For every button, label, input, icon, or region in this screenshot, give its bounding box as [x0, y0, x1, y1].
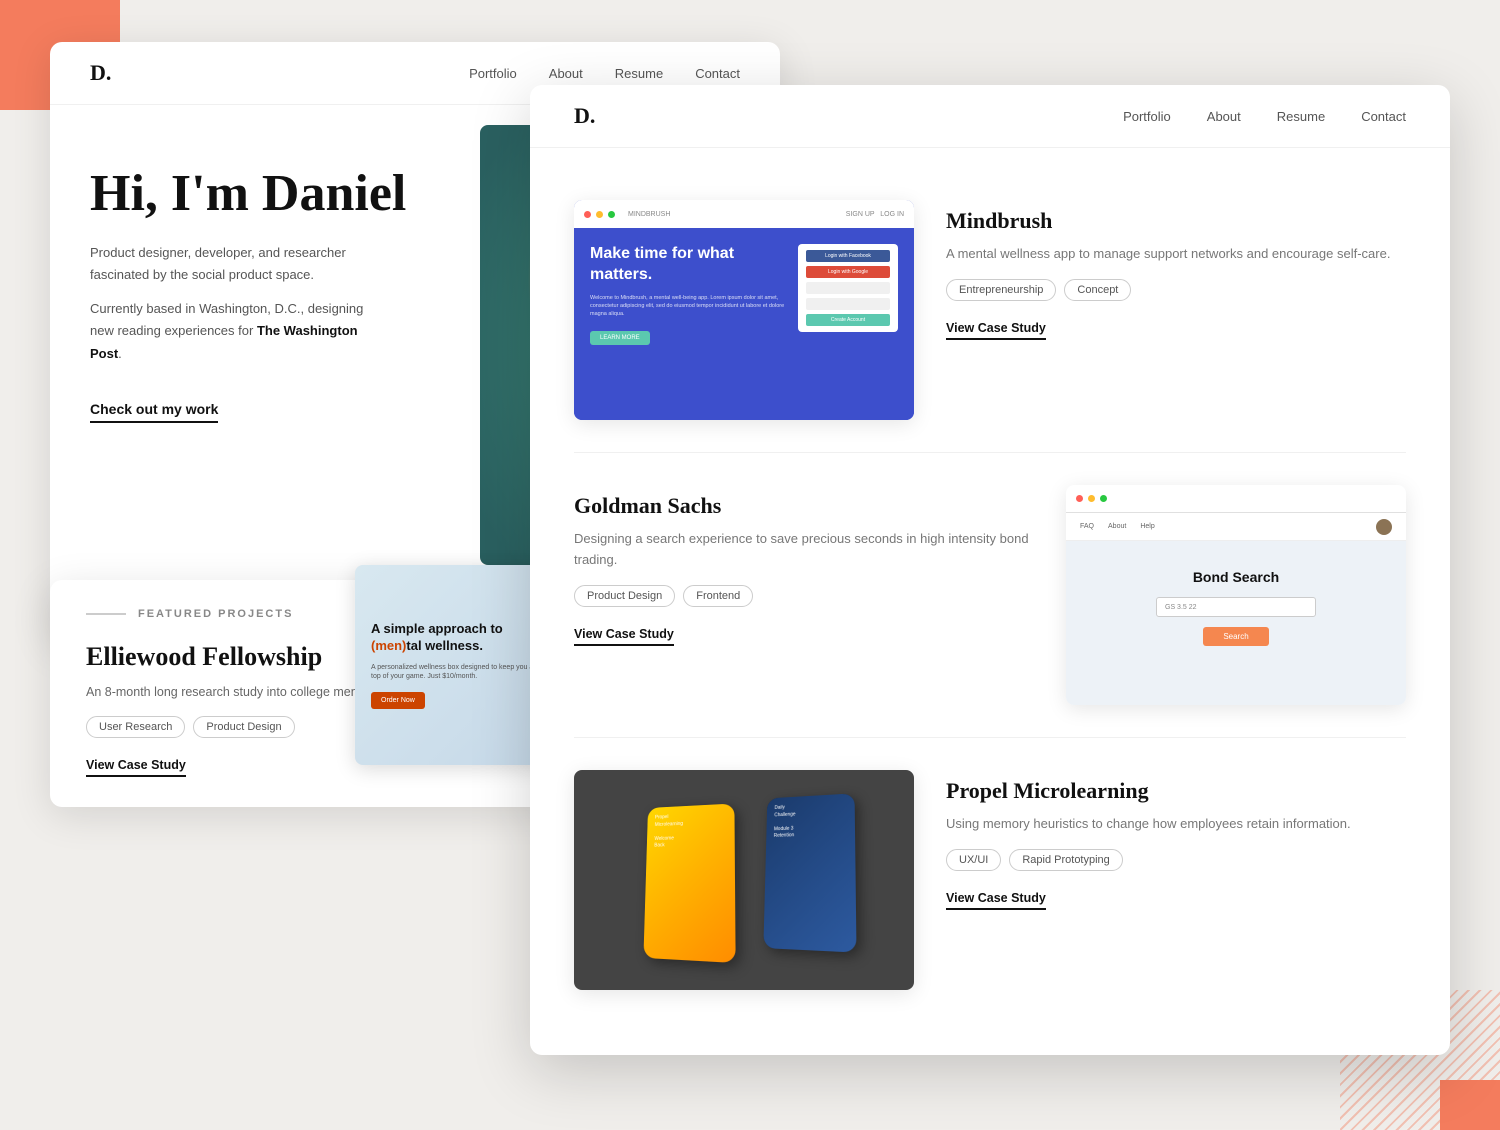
goldman-search-btn[interactable]: Search [1203, 627, 1268, 646]
phone-mock-1: PropelMicrolearningWelcomeBack [643, 803, 735, 963]
login-facebook-btn[interactable]: Login with Facebook [806, 250, 890, 262]
goldman-screen: FAQ About Help Bond Search GS 3.5 22 Sea… [1066, 485, 1406, 705]
front-portfolio-card: D. Portfolio About Resume Contact MINDBR… [530, 85, 1450, 1055]
front-nav-portfolio[interactable]: Portfolio [1123, 109, 1171, 124]
goldman-tag-1: Frontend [683, 585, 753, 607]
propel-case-study-link[interactable]: View Case Study [946, 891, 1046, 910]
goldman-dot-red [1076, 495, 1083, 502]
propel-title: Propel Microlearning [946, 778, 1406, 804]
login-input-row [806, 282, 890, 294]
goldman-search-input[interactable]: GS 3.5 22 [1156, 597, 1316, 617]
front-nav-about[interactable]: About [1207, 109, 1241, 124]
mindbrush-topbar: MINDBRUSH SIGN UP LOG IN [574, 200, 914, 228]
elliewood-headline: A simple approach to(men)tal wellness. [371, 621, 549, 655]
goldman-info: Goldman Sachs Designing a search experie… [574, 485, 1034, 646]
back-card-logo: D. [90, 60, 469, 86]
propel-desc: Using memory heuristics to change how em… [946, 814, 1406, 835]
phone-text-1: PropelMicrolearningWelcomeBack [654, 811, 726, 849]
goldman-case-study-link[interactable]: View Case Study [574, 627, 674, 646]
hero-bio-2: Currently based in Washington, D.C., des… [90, 298, 370, 364]
front-logo: D. [574, 103, 1123, 129]
goldman-title: Goldman Sachs [574, 493, 1034, 519]
goldman-tags: Product Design Frontend [574, 585, 1034, 607]
goldman-body: Bond Search GS 3.5 22 Search [1066, 541, 1406, 674]
goldman-dot-yellow [1088, 495, 1095, 502]
hero-greeting: Hi, I'm Daniel [90, 165, 410, 222]
featured-view-case-link[interactable]: View Case Study [86, 758, 186, 777]
portfolio-projects-list: MINDBRUSH SIGN UP LOG IN Make time for w… [530, 148, 1450, 1055]
mindbrush-tag-1: Concept [1064, 279, 1131, 301]
mindbrush-screenshot: MINDBRUSH SIGN UP LOG IN Make time for w… [574, 200, 914, 420]
propel-tag-1: Rapid Prototyping [1009, 849, 1122, 871]
tag-user-research: User Research [86, 716, 185, 738]
dot-red [584, 211, 591, 218]
elliewood-order-btn[interactable]: Order Now [371, 692, 425, 709]
propel-tags: UX/UI Rapid Prototyping [946, 849, 1406, 871]
back-nav-resume[interactable]: Resume [615, 66, 663, 81]
back-nav-portfolio[interactable]: Portfolio [469, 66, 517, 81]
back-nav-contact[interactable]: Contact [695, 66, 740, 81]
dot-green [608, 211, 615, 218]
goldman-page-title: Bond Search [1193, 569, 1279, 585]
login-google-btn[interactable]: Login with Google [806, 266, 890, 278]
goldman-nav-faq[interactable]: FAQ [1080, 523, 1094, 530]
phone-screen-2: DailyChallengeModule 3Retention [763, 793, 856, 952]
mindbrush-screen: MINDBRUSH SIGN UP LOG IN Make time for w… [574, 200, 914, 420]
front-nav-contact[interactable]: Contact [1361, 109, 1406, 124]
portfolio-item-propel: PropelMicrolearningWelcomeBack DailyChal… [574, 738, 1406, 1022]
mindbrush-content: Make time for what matters. Welcome to M… [574, 228, 914, 420]
back-nav-about[interactable]: About [549, 66, 583, 81]
login-box: Login with Facebook Login with Google Cr… [798, 244, 898, 332]
goldman-profile-avatar[interactable] [1376, 519, 1392, 535]
mindbrush-right: Login with Facebook Login with Google Cr… [798, 244, 898, 404]
tag-product-design-featured: Product Design [193, 716, 294, 738]
mindbrush-topbar-text: MINDBRUSH [628, 211, 670, 218]
dot-yellow [596, 211, 603, 218]
propel-info: Propel Microlearning Using memory heuris… [946, 770, 1406, 910]
goldman-nav-help[interactable]: Help [1140, 523, 1154, 530]
phone-screen-1: PropelMicrolearningWelcomeBack [643, 803, 735, 963]
coral-solid-block [1440, 1080, 1500, 1130]
goldman-topbar [1066, 485, 1406, 513]
goldman-tag-0: Product Design [574, 585, 675, 607]
front-nav-links: Portfolio About Resume Contact [1123, 109, 1406, 124]
mindbrush-desc: A mental wellness app to manage support … [946, 244, 1406, 265]
featured-line-decoration [86, 613, 126, 615]
featured-label: FEATURED PROJECTS [138, 608, 293, 620]
mindbrush-body: Welcome to Mindbrush, a mental well-bein… [590, 294, 786, 319]
front-nav-resume[interactable]: Resume [1277, 109, 1325, 124]
elliewood-subtext: A personalized wellness box designed to … [371, 663, 549, 683]
mindbrush-title: Mindbrush [946, 208, 1406, 234]
mindbrush-info: Mindbrush A mental wellness app to manag… [946, 200, 1406, 340]
goldman-desc: Designing a search experience to save pr… [574, 529, 1034, 571]
goldman-input-value: GS 3.5 22 [1165, 604, 1197, 611]
check-out-work-link[interactable]: Check out my work [90, 401, 218, 423]
phone-mock-2: DailyChallengeModule 3Retention [763, 793, 856, 952]
mindbrush-tag-0: Entrepreneurship [946, 279, 1056, 301]
mindbrush-case-study-link[interactable]: View Case Study [946, 321, 1046, 340]
mindbrush-cta-btn[interactable]: LEARN MORE [590, 331, 650, 345]
propel-screenshot: PropelMicrolearningWelcomeBack DailyChal… [574, 770, 914, 990]
hero-bio-1: Product designer, developer, and researc… [90, 242, 370, 286]
mindbrush-nav-signup: SIGN UP LOG IN [846, 211, 904, 218]
front-nav: D. Portfolio About Resume Contact [530, 85, 1450, 148]
goldman-nav: FAQ About Help [1066, 513, 1406, 541]
goldman-screenshot: FAQ About Help Bond Search GS 3.5 22 Sea… [1066, 485, 1406, 705]
create-account-btn[interactable]: Create Account [806, 314, 890, 326]
phone-text-2: DailyChallengeModule 3Retention [774, 801, 847, 840]
back-card-nav-links: Portfolio About Resume Contact [469, 66, 740, 81]
login-input-row-2 [806, 298, 890, 310]
mindbrush-tags: Entrepreneurship Concept [946, 279, 1406, 301]
mindbrush-headline: Make time for what matters. [590, 244, 786, 286]
propel-tag-0: UX/UI [946, 849, 1001, 871]
goldman-nav-about[interactable]: About [1108, 523, 1126, 530]
goldman-dot-green [1100, 495, 1107, 502]
propel-screen: PropelMicrolearningWelcomeBack DailyChal… [574, 770, 914, 990]
mindbrush-left: Make time for what matters. Welcome to M… [590, 244, 786, 404]
portfolio-item-mindbrush: MINDBRUSH SIGN UP LOG IN Make time for w… [574, 168, 1406, 453]
portfolio-item-goldman: Goldman Sachs Designing a search experie… [574, 453, 1406, 738]
